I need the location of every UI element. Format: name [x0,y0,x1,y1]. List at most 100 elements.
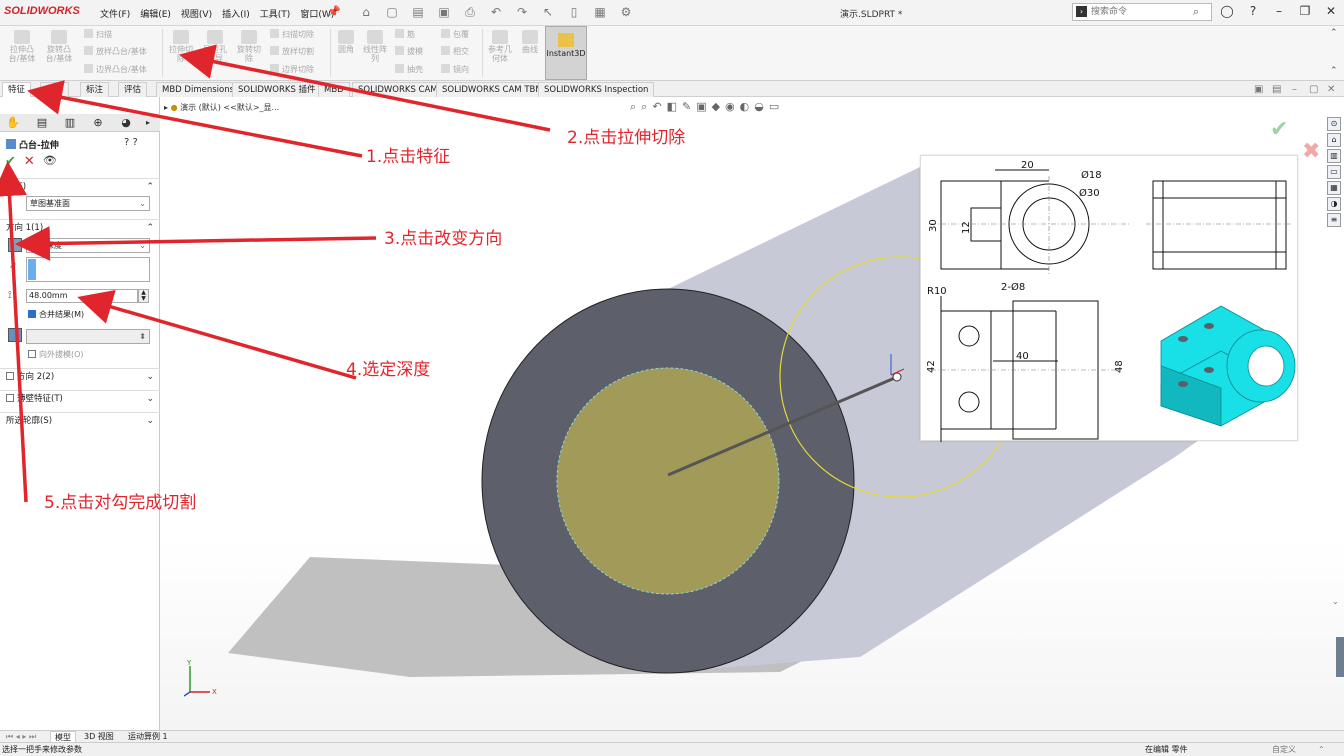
section-from[interactable]: 从(F) ⌃ [0,178,160,194]
tab-markup[interactable]: 标注 [80,82,110,97]
tab-evaluate[interactable]: 评估 [118,82,148,97]
tab-mbd[interactable]: MBD [318,82,350,97]
collapse-ribbon-icon[interactable]: ⌃ [1330,28,1338,38]
tab-nav-arrows-icon[interactable]: ⏮ ◂ ▸ ⏭ [2,731,40,742]
menu-edit[interactable]: 编辑(E) [140,7,171,20]
file-explorer-icon[interactable]: ▭ [1327,165,1341,179]
tab-motion-study[interactable]: 运动算例 1 [124,731,172,742]
tab-addins[interactable]: SOLIDWORKS 插件 [232,82,322,97]
loft-button[interactable]: 放样凸台/基体 [84,46,147,57]
custom-properties-icon[interactable]: ≡ [1327,213,1341,227]
display-style-icon[interactable]: ◆ [712,100,720,114]
user-icon[interactable]: ◯ [1218,4,1236,18]
hole-wizard-button[interactable]: 异型孔 向导 [199,28,231,63]
ribbon-expand-icon[interactable]: ⌃ [1330,66,1338,76]
tabs-scroll-icon[interactable]: ▸ [137,116,159,130]
display-manager-icon[interactable]: ◕ [115,116,137,130]
revolve-boss-button[interactable]: 旋转凸 台/基体 [42,28,76,63]
scene-icon[interactable]: ◒ [754,100,764,114]
pin-icon[interactable]: 📌 [327,5,341,18]
direction-selection-box[interactable] [26,257,150,282]
edit-appearance-icon[interactable]: ◐ [740,100,750,114]
linear-pattern-button[interactable]: 线性阵 列 [361,28,389,63]
hide-show-icon[interactable]: ◉ [725,100,735,114]
sweep-button[interactable]: 扫描 [84,29,112,40]
tab-sketch[interactable]: 草图 [40,82,70,97]
select-icon[interactable]: ↖ [537,4,559,21]
tab-features[interactable]: 特征 [2,82,32,97]
depth-handle[interactable] [892,372,902,382]
open-icon[interactable]: ▤ [407,4,429,21]
boundary-boss-button[interactable]: 边界凸台/基体 [84,64,147,75]
tab-inspection[interactable]: SOLIDWORKS Inspection [538,82,655,97]
menu-view[interactable]: 视图(V) [181,7,212,20]
ok-button[interactable]: ✔ [5,154,16,169]
property-manager-icon[interactable]: ▤ [31,116,53,130]
revolve-cut-button[interactable]: 旋转切 除 [233,28,265,63]
dynamic-annotation-icon[interactable]: ✎ [682,100,691,114]
confirm-corner-cancel-icon[interactable]: ✖ [1302,139,1320,164]
minimize-button[interactable]: – [1270,4,1288,18]
tab-cam-tbm[interactable]: SOLIDWORKS CAM TBM [436,82,549,97]
depth-spinner[interactable]: ▲ ▼ [138,289,149,303]
help-icon[interactable]: ? [124,137,129,148]
depth-input[interactable]: 48.00mm [26,289,138,303]
section-direction1[interactable]: 方向 1(1) ⌃ [0,219,160,235]
breadcrumb[interactable]: ▸ ● 演示 (默认) <<默认>_显... [164,102,279,113]
shell-button[interactable]: 抽壳 [395,64,423,75]
home-icon[interactable]: ⌂ [1327,133,1341,147]
status-options-icon[interactable]: ⌃ [1318,743,1325,756]
previous-view-icon[interactable]: ↶ [652,100,661,114]
rib-button[interactable]: 筋 [395,29,415,40]
checkbox-icon[interactable] [6,394,14,402]
file-properties-icon[interactable]: ▦ [589,4,611,21]
doc-minimize-button[interactable]: – [1292,84,1297,95]
preview-eye-icon[interactable]: 👁 [43,154,57,169]
configuration-manager-icon[interactable]: ▥ [59,116,81,130]
end-condition-select[interactable]: 给定深度 ⌄ [26,238,150,253]
doc-close-button[interactable]: ✕ [1327,84,1335,95]
section-thin-feature[interactable]: 薄壁特征(T) ⌄ [0,390,160,406]
curves-button[interactable]: 曲线 [517,28,543,54]
from-select[interactable]: 草图基准面 ⌄ [26,196,150,211]
tab-3d-views[interactable]: 3D 视图 [80,731,118,742]
scroll-arrow-icon[interactable]: ⌄ [1332,597,1339,606]
home-icon[interactable]: ⌂ [355,4,377,21]
confirm-corner-ok-icon[interactable]: ✔ [1270,117,1288,142]
boundary-cut-button[interactable]: 边界切除 [270,64,314,75]
menu-file[interactable]: 文件(F) [100,7,130,20]
options-icon[interactable]: ⚙ [615,4,637,21]
sketch-circle[interactable] [556,367,780,595]
tile-icon[interactable]: ▣ [1254,84,1263,95]
section-view-icon[interactable]: ◧ [667,100,677,114]
doc-restore-button[interactable]: ▢ [1309,84,1318,95]
status-custom[interactable]: 自定义 [1272,743,1296,756]
save-icon[interactable]: ▣ [433,4,455,21]
dimxpert-icon[interactable]: ⊕ [87,116,109,130]
menu-insert[interactable]: 插入(I) [222,7,250,20]
extrude-cut-button[interactable]: 拉伸切 除 [166,28,196,63]
print-icon[interactable]: ⎙ [459,4,481,21]
extrude-boss-button[interactable]: 拉伸凸 台/基体 [6,28,38,63]
wrap-button[interactable]: 包覆 [441,29,469,40]
rebuild-icon[interactable]: ▯ [563,4,585,21]
merge-result-checkbox[interactable]: 合并结果(M) [28,309,84,320]
restore-button[interactable]: ❐ [1296,4,1314,18]
new-icon[interactable]: ▢ [381,4,403,21]
menu-tools[interactable]: 工具(T) [260,7,291,20]
instant3d-button[interactable]: Instant3D [545,26,587,80]
section-selected-contours[interactable]: 所选轮廓(S) ⌄ [0,412,160,428]
help-icon[interactable]: ? [1244,4,1262,18]
mirror-button[interactable]: 镜向 [441,64,469,75]
tab-cam[interactable]: SOLIDWORKS CAM [352,82,444,97]
zoom-to-fit-icon[interactable]: ⌕ [630,100,636,114]
close-button[interactable]: ✕ [1322,4,1340,18]
zoom-area-icon[interactable]: ⌕ [641,100,647,114]
swept-cut-button[interactable]: 扫描切除 [270,29,314,40]
draft-outward-checkbox[interactable]: 向外拔模(O) [28,349,84,360]
intersect-button[interactable]: 相交 [441,46,469,57]
cancel-button[interactable]: ✕ [24,154,35,169]
design-library-icon[interactable]: ▥ [1327,149,1341,163]
draft-angle-input[interactable]: ⬍ [26,329,150,344]
view-palette-icon[interactable]: ▦ [1327,181,1341,195]
